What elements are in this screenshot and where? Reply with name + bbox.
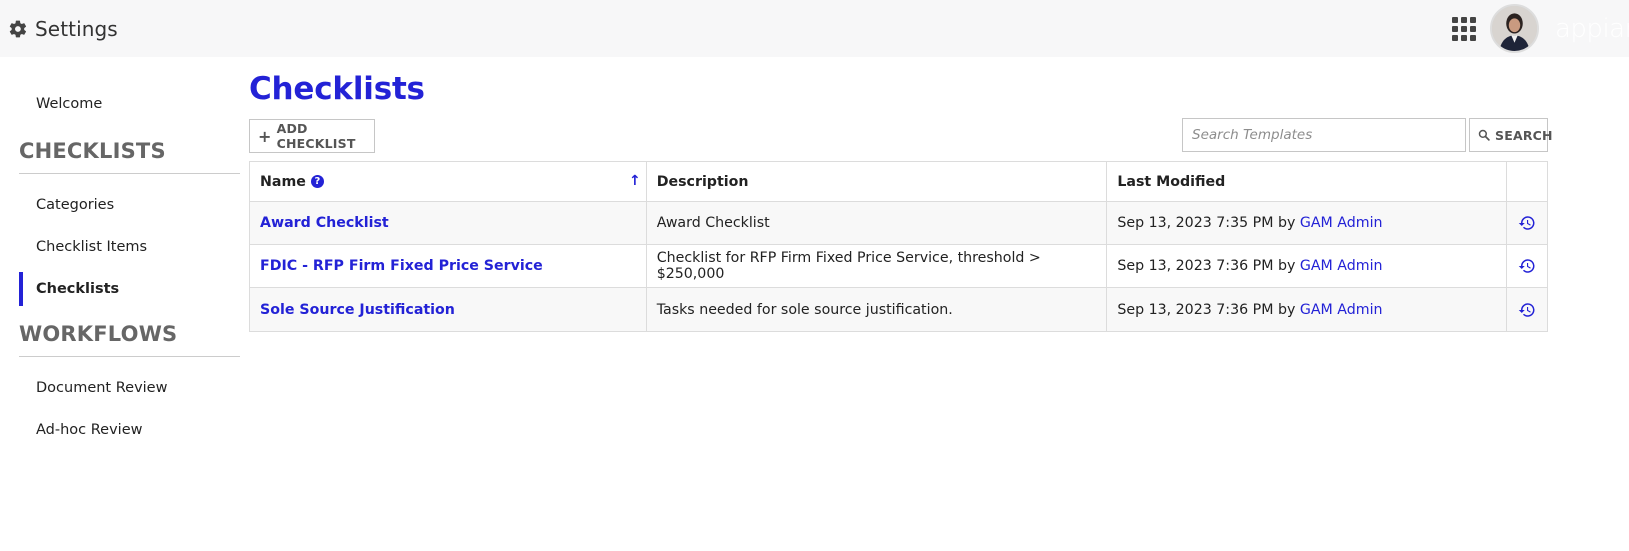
row-description: Tasks needed for sole source justificati… [647,288,1108,331]
checklist-name-link[interactable]: Award Checklist [260,215,389,231]
apps-grid-icon[interactable] [1452,16,1476,41]
page-title: Checklists [249,71,425,107]
sidebar-item-document-review[interactable]: Document Review [19,367,240,409]
main-content: Checklists + ADD CHECKLIST SEARCH Name ?… [249,57,1552,332]
search-button[interactable]: SEARCH [1469,118,1552,152]
sidebar-item-checklists[interactable]: Checklists [19,268,240,310]
appian-logo: appian [1555,13,1629,44]
history-icon[interactable] [1518,301,1536,319]
modified-by-user-link[interactable]: GAM Admin [1300,258,1383,274]
row-name-cell: Sole Source Justification [250,288,647,331]
history-icon[interactable] [1518,214,1536,232]
add-checklist-label: ADD CHECKLIST [276,121,356,151]
column-header-name-label: Name [260,173,306,190]
table-header-row: Name ? ↑ Description Last Modified [250,162,1547,202]
checklists-table: Name ? ↑ Description Last Modified Award… [249,161,1548,332]
sidebar-heading-workflows: WORKFLOWS [19,322,240,357]
sidebar-item-categories[interactable]: Categories [19,184,240,226]
sidebar-heading-checklists: CHECKLISTS [19,139,240,174]
checklist-name-link[interactable]: FDIC - RFP Firm Fixed Price Service [260,258,543,274]
sidebar-item-welcome[interactable]: Welcome [19,83,240,125]
search-templates-input[interactable] [1182,118,1466,152]
modified-date: Sep 13, 2023 7:36 PM by [1117,301,1300,318]
add-checklist-button[interactable]: + ADD CHECKLIST [249,119,375,153]
row-description: Award Checklist [647,202,1108,244]
search-icon [1478,129,1490,141]
column-header-name[interactable]: Name ? ↑ [250,162,647,201]
row-name-cell: Award Checklist [250,202,647,244]
column-header-last-modified: Last Modified [1107,162,1508,201]
table-row: Sole Source Justification Tasks needed f… [250,288,1547,331]
user-avatar[interactable] [1490,4,1539,53]
row-actions [1507,245,1547,287]
page-header-title: Settings [35,16,118,41]
header-brand: Settings [8,17,118,41]
search-button-label: SEARCH [1495,127,1553,143]
row-last-modified: Sep 13, 2023 7:36 PM by GAM Admin [1107,288,1508,331]
help-icon[interactable]: ? [310,175,324,188]
sort-ascending-icon[interactable]: ↑ [629,173,641,189]
row-name-cell: FDIC - RFP Firm Fixed Price Service [250,245,647,287]
sidebar-item-adhoc-review[interactable]: Ad-hoc Review [19,409,240,451]
row-last-modified: Sep 13, 2023 7:35 PM by GAM Admin [1107,202,1508,244]
history-icon[interactable] [1518,257,1536,275]
modified-date: Sep 13, 2023 7:36 PM by [1117,258,1300,274]
checklist-name-link[interactable]: Sole Source Justification [260,302,455,318]
toolbar: + ADD CHECKLIST SEARCH [249,115,1552,155]
modified-date: Sep 13, 2023 7:35 PM by [1117,215,1300,231]
row-actions [1507,288,1547,331]
plus-icon: + [258,126,272,146]
sidebar-nav: Welcome CHECKLISTS Categories Checklist … [19,57,240,451]
column-header-description: Description [647,162,1108,201]
header-actions: appian [1452,4,1629,53]
modified-by-user-link[interactable]: GAM Admin [1300,302,1383,318]
column-header-actions [1507,162,1547,201]
table-row: Award Checklist Award Checklist Sep 13, … [250,202,1547,245]
gear-icon [8,19,28,39]
row-actions [1507,202,1547,244]
modified-by-user-link[interactable]: GAM Admin [1300,215,1383,231]
row-last-modified: Sep 13, 2023 7:36 PM by GAM Admin [1107,245,1508,287]
top-header: Settings appian [0,0,1629,57]
table-row: FDIC - RFP Firm Fixed Price Service Chec… [250,245,1547,288]
sidebar-item-checklist-items[interactable]: Checklist Items [19,226,240,268]
row-description: Checklist for RFP Firm Fixed Price Servi… [647,245,1108,287]
